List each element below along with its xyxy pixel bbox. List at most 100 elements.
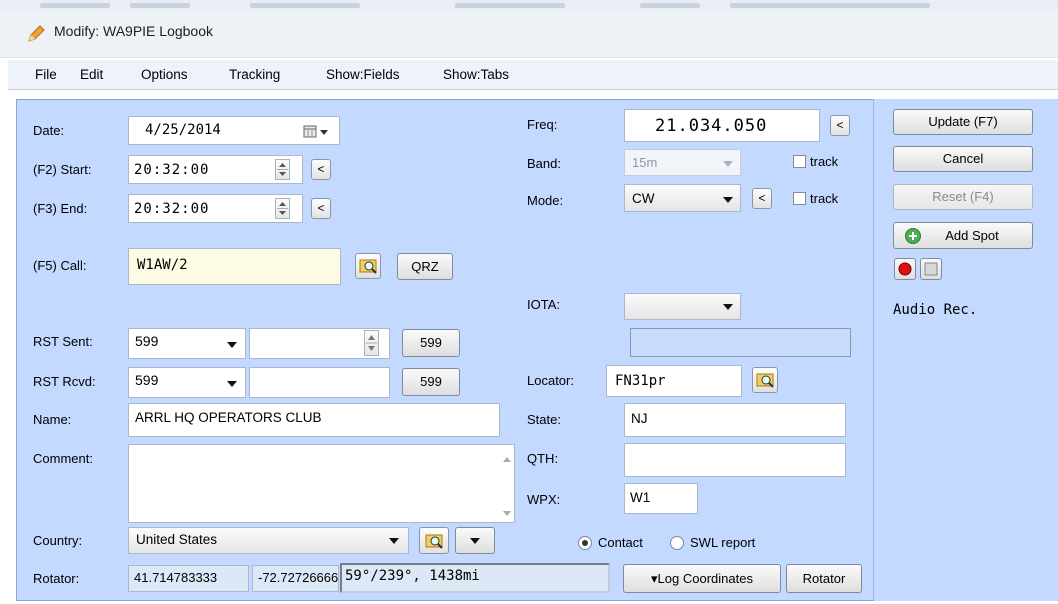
record-icon (898, 262, 912, 276)
call-label: (F5) Call: (33, 258, 87, 273)
end-label: (F3) End: (33, 201, 88, 216)
chevron-down-icon (227, 342, 237, 348)
call-field[interactable]: W1AW/2 (128, 248, 341, 285)
longitude-field[interactable]: -72.727266666 (252, 565, 339, 592)
rst-sent-spinner[interactable] (364, 330, 379, 356)
audio-rec-label: Audio Rec. (893, 302, 978, 318)
latitude-value: 41.714783333 (134, 570, 218, 585)
menu-file[interactable]: File (35, 67, 57, 82)
start-time-field[interactable]: 20:32:00 (128, 155, 303, 184)
menu-edit[interactable]: Edit (80, 67, 103, 82)
band-value: 15m (632, 155, 658, 170)
chevron-down-icon (389, 538, 399, 544)
rst-rcvd-599-button[interactable]: 599 (402, 368, 460, 396)
bearing-field[interactable]: 59°/239°, 1438mi (340, 563, 610, 593)
background-tabs-strip (0, 0, 1058, 10)
longitude-value: -72.727266666 (258, 570, 338, 585)
menu-show-tabs[interactable]: Show:Tabs (443, 67, 509, 82)
end-time-spinner[interactable] (275, 198, 290, 219)
mode-value: CW (632, 191, 655, 206)
calendar-dropdown-icon[interactable] (303, 125, 333, 139)
end-now-button[interactable]: < (311, 198, 331, 219)
country-dropdown-button[interactable] (455, 527, 495, 554)
menu-show-fields[interactable]: Show:Fields (326, 67, 400, 82)
record-button[interactable] (894, 258, 916, 280)
country-value: United States (136, 532, 218, 547)
state-field[interactable]: NJ (624, 403, 846, 437)
name-field[interactable]: ARRL HQ OPERATORS CLUB (128, 403, 500, 437)
mode-combo[interactable]: CW (624, 184, 741, 212)
chevron-down-icon (723, 197, 733, 203)
band-track-label: track (810, 154, 839, 169)
start-time-spinner[interactable] (275, 159, 290, 180)
band-track-checkbox[interactable] (793, 155, 806, 168)
chevron-down-icon (227, 381, 237, 387)
chevron-down-icon (723, 304, 733, 310)
comment-scrollbar[interactable] (501, 455, 513, 519)
name-label: Name: (33, 412, 72, 427)
update-button[interactable]: Update (F7) (893, 109, 1033, 135)
wpx-field[interactable]: W1 (624, 483, 698, 514)
freq-label: Freq: (527, 117, 558, 132)
rst-sent-combo[interactable]: 599 (128, 328, 246, 359)
spinner-arrows-icon (277, 163, 288, 176)
country-label: Country: (33, 533, 83, 548)
start-time-value: 20:32:00 (134, 162, 210, 178)
locator-lookup-button[interactable] (752, 367, 778, 393)
band-label: Band: (527, 156, 561, 171)
mode-track-checkbox[interactable] (793, 192, 806, 205)
menu-options[interactable]: Options (141, 67, 188, 82)
date-label: Date: (33, 123, 65, 138)
country-lookup-button[interactable] (419, 527, 449, 554)
iota-combo[interactable] (624, 293, 741, 320)
cancel-button[interactable]: Cancel (893, 146, 1033, 172)
menu-tracking[interactable]: Tracking (229, 67, 280, 82)
stop-button[interactable] (920, 258, 942, 280)
mode-set-button[interactable]: < (752, 188, 772, 209)
start-label: (F2) Start: (33, 162, 92, 177)
swl-report-radio[interactable] (670, 536, 684, 550)
rotator-button[interactable]: Rotator (786, 564, 862, 593)
add-icon (905, 228, 921, 244)
window-title: Modify: WA9PIE Logbook (54, 23, 214, 39)
rst-rcvd-extra-field[interactable] (249, 367, 390, 398)
wpx-label: WPX: (527, 492, 561, 507)
state-label: State: (527, 412, 561, 427)
rst-sent-599-button[interactable]: 599 (402, 329, 460, 357)
qrz-button[interactable]: QRZ (397, 253, 453, 280)
locator-field[interactable]: FN31pr (606, 365, 742, 397)
lookup-folder-icon (756, 373, 774, 388)
date-picker[interactable]: 4/25/2014 (128, 116, 340, 145)
freq-value: 21.034.050 (655, 116, 768, 136)
name-value: ARRL HQ OPERATORS CLUB (135, 410, 322, 425)
contact-radio-label: Contact (598, 535, 643, 550)
freq-field[interactable]: 21.034.050 (624, 109, 820, 142)
wpx-value: W1 (630, 490, 651, 505)
reset-button[interactable]: Reset (F4) (893, 184, 1033, 210)
log-coordinates-button[interactable]: ▾Log Coordinates (623, 564, 781, 593)
latitude-field[interactable]: 41.714783333 (128, 565, 249, 592)
call-lookup-button[interactable] (355, 253, 381, 279)
rst-rcvd-combo[interactable]: 599 (128, 367, 246, 398)
qth-field[interactable] (624, 443, 846, 477)
locator-value: FN31pr (615, 373, 666, 389)
call-value: W1AW/2 (137, 257, 188, 273)
freq-set-button[interactable]: < (830, 115, 850, 136)
rst-sent-extra-field[interactable] (249, 328, 390, 359)
radio-selected-dot (582, 540, 588, 546)
chevron-down-icon (470, 538, 480, 544)
start-now-button[interactable]: < (311, 159, 331, 180)
add-spot-button[interactable]: Add Spot (893, 222, 1033, 249)
rst-sent-label: RST Sent: (33, 334, 93, 349)
contact-radio[interactable] (578, 536, 592, 550)
end-time-value: 20:32:00 (134, 201, 210, 217)
mode-track-label: track (810, 191, 839, 206)
rst-rcvd-label: RST Rcvd: (33, 374, 96, 389)
iota-label: IOTA: (527, 297, 560, 312)
band-combo[interactable]: 15m (624, 149, 741, 176)
comment-textarea[interactable] (128, 444, 515, 523)
country-combo[interactable]: United States (128, 527, 409, 554)
iota-description-field[interactable] (630, 328, 851, 357)
end-time-field[interactable]: 20:32:00 (128, 194, 303, 223)
pencil-icon (28, 25, 45, 42)
